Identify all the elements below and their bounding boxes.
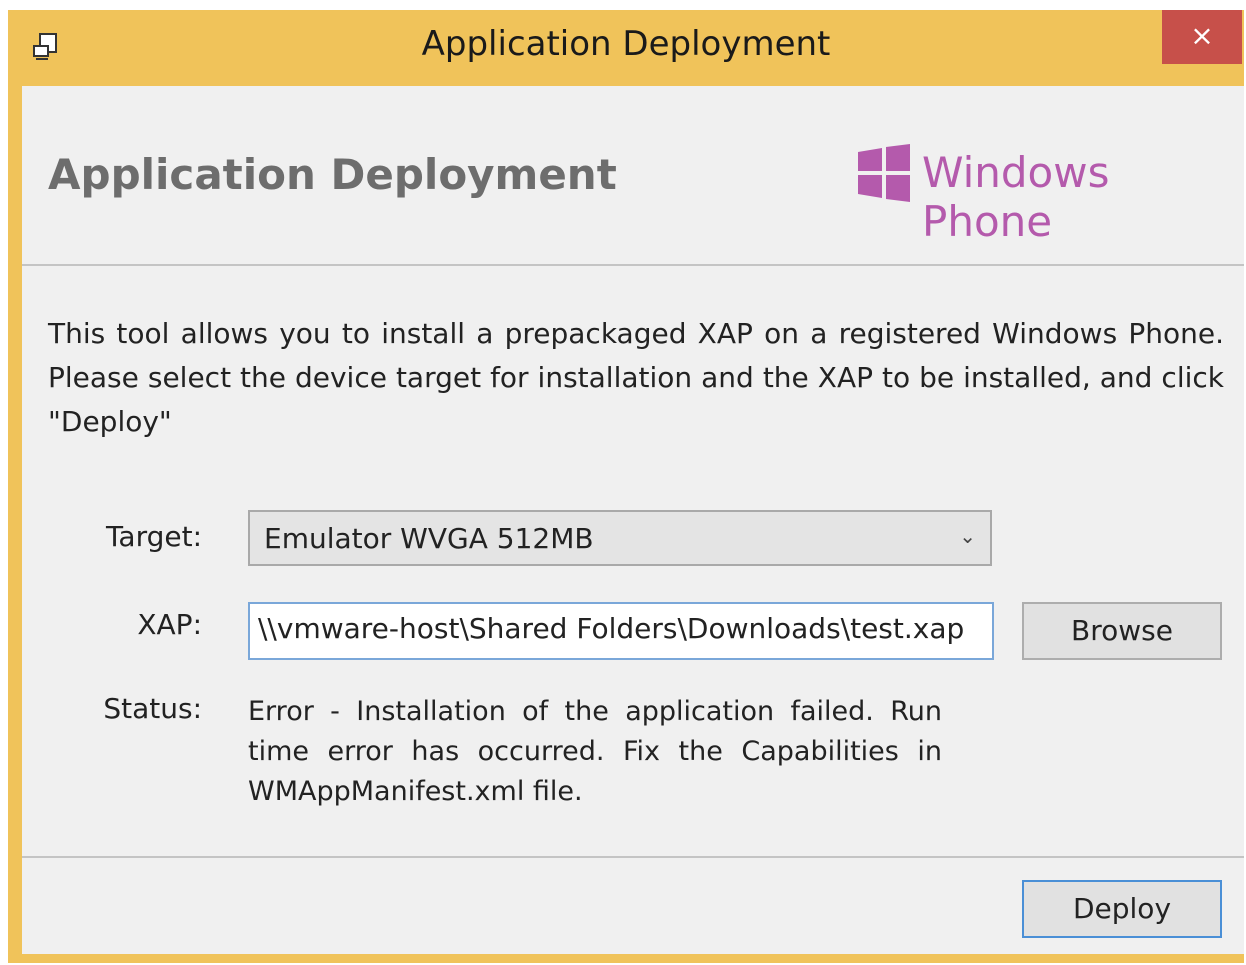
xap-path-input[interactable]: \\vmware-host\Shared Folders\Downloads\t… [248, 602, 994, 660]
target-dropdown[interactable]: Emulator WVGA 512MB ⌄ [248, 510, 992, 566]
windows-logo-icon [858, 144, 910, 202]
chevron-down-icon: ⌄ [959, 524, 976, 548]
xap-label: XAP: [137, 608, 202, 641]
xap-path-value: \\vmware-host\Shared Folders\Downloads\t… [258, 612, 965, 645]
target-label: Target: [105, 520, 202, 553]
dialog-body: Application Deployment Windows Phone Thi… [22, 86, 1244, 954]
status-label: Status: [103, 692, 202, 725]
close-button[interactable]: × [1162, 10, 1242, 64]
footer-divider [22, 856, 1244, 858]
page-title: Application Deployment [48, 150, 617, 199]
close-icon: × [1190, 19, 1214, 52]
status-message: Error - Installation of the application … [248, 696, 942, 807]
deploy-button[interactable]: Deploy [1022, 880, 1222, 938]
header-divider [22, 264, 1244, 266]
title-bar[interactable]: Application Deployment × [8, 10, 1244, 86]
logo-text: Windows Phone [922, 148, 1110, 246]
browse-button[interactable]: Browse [1022, 602, 1222, 660]
description-text: This tool allows you to install a prepac… [48, 317, 1224, 438]
window-title: Application Deployment [421, 24, 831, 64]
windows-phone-logo: Windows Phone [856, 144, 1236, 246]
application-deployment-window: Application Deployment × Application Dep… [8, 10, 1244, 963]
target-selected-value: Emulator WVGA 512MB [264, 522, 594, 555]
